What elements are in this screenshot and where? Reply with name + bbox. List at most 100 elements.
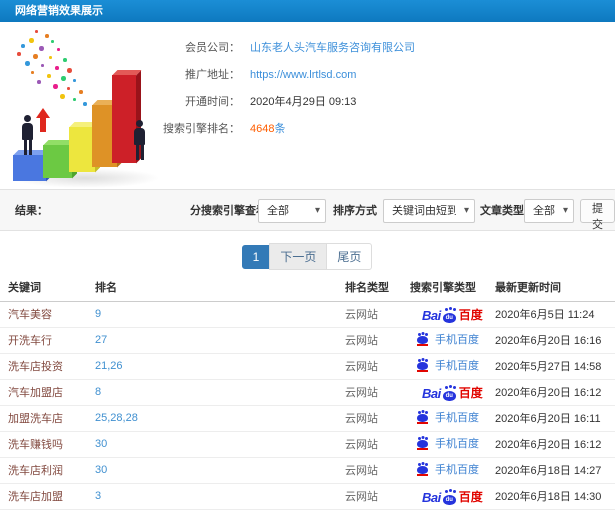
table-row: 汽车加盟店 8 云网站 Baidu百度 手机百度 2020年6月20日 16:1… bbox=[0, 379, 615, 406]
engine-filter-select[interactable]: 全部 bbox=[258, 199, 326, 223]
table-row: 洗车店投资 21,26 云网站 Baidu百度 手机百度 2020年5月27日 … bbox=[0, 353, 615, 380]
col-rank: 排名 bbox=[95, 273, 345, 302]
updated-cell: 2020年6月20日 16:11 bbox=[495, 405, 615, 432]
baidu-logo: Bai du 百度 bbox=[422, 307, 483, 323]
updated-cell: 2020年6月20日 16:12 bbox=[495, 431, 615, 458]
baidu-paw-icon: du bbox=[442, 385, 458, 401]
engine-cell: Baidu百度 手机百度 bbox=[410, 431, 495, 458]
rank-type-cell: 云网站 bbox=[345, 327, 410, 354]
account-info-section: 会员公司： 山东老人头汽车服务咨询有限公司 推广地址： https://www.lr… bbox=[0, 22, 615, 190]
updated-cell: 2020年6月5日 11:24 bbox=[495, 301, 615, 328]
rank-link[interactable]: 30 bbox=[95, 438, 107, 450]
table-row: 洗车店利润 30 云网站 Baidu百度 手机百度 2020年6月18日 14:… bbox=[0, 457, 615, 484]
mobile-baidu-paw-icon bbox=[416, 410, 430, 424]
sort-select[interactable]: 关键词由短到长排序 bbox=[383, 199, 475, 223]
promo-url-label: 推广地址： bbox=[185, 69, 240, 81]
engine-filter-select-wrap: 全部 bbox=[258, 199, 326, 223]
result-label: 结果： bbox=[15, 205, 48, 217]
rank-cell: 30 bbox=[95, 431, 345, 458]
rank-link[interactable]: 25,28,28 bbox=[95, 412, 138, 424]
member-company-row: 会员公司： 山东老人头汽车服务咨询有限公司 bbox=[0, 40, 415, 56]
baidu-logo: Bai du 百度 bbox=[422, 385, 483, 401]
engine-rank-label: 搜索引擎排名： bbox=[163, 123, 240, 135]
table-header-row: 关键词 排名 排名类型 搜索引擎类型 最新更新时间 bbox=[0, 273, 615, 302]
rank-type-cell: 云网站 bbox=[345, 353, 410, 380]
engine-cell: Baidu百度 手机百度 bbox=[410, 379, 495, 406]
rank-link[interactable]: 30 bbox=[95, 464, 107, 476]
article-type-select[interactable]: 全部 bbox=[524, 199, 574, 223]
member-company-link[interactable]: 山东老人头汽车服务咨询有限公司 bbox=[250, 42, 415, 54]
col-updated: 最新更新时间 bbox=[495, 273, 615, 302]
rank-cell: 3 bbox=[95, 483, 345, 510]
open-time-row: 开通时间： 2020年4月29日 09:13 bbox=[0, 94, 356, 110]
open-time-label: 开通时间： bbox=[185, 96, 240, 108]
ranking-table: 关键词 排名 排名类型 搜索引擎类型 最新更新时间 汽车美容 9 云网站 Bai… bbox=[0, 273, 615, 510]
rank-link[interactable]: 27 bbox=[95, 334, 107, 346]
table-row: 汽车美容 9 云网站 Baidu百度 手机百度 2020年6月5日 11:24 bbox=[0, 301, 615, 328]
updated-cell: 2020年6月18日 14:30 bbox=[495, 483, 615, 510]
sort-label: 排序方式 bbox=[333, 205, 377, 217]
updated-cell: 2020年5月27日 14:58 bbox=[495, 353, 615, 380]
mobile-baidu-logo: 手机百度 bbox=[416, 435, 479, 451]
rank-link[interactable]: 8 bbox=[95, 386, 101, 398]
keyword-cell: 开洗车行 bbox=[0, 327, 95, 354]
rank-link[interactable]: 3 bbox=[95, 490, 101, 502]
engine-cell: Baidu百度 手机百度 bbox=[410, 353, 495, 380]
article-type-label: 文章类型 bbox=[480, 205, 524, 217]
rank-type-cell: 云网站 bbox=[345, 301, 410, 328]
promo-url-row: 推广地址： https://www.lrtlsd.com bbox=[0, 67, 356, 83]
rank-link[interactable]: 21,26 bbox=[95, 360, 123, 372]
updated-cell: 2020年6月20日 16:12 bbox=[495, 379, 615, 406]
engine-rank-row: 搜索引擎排名： 4648条 bbox=[0, 121, 285, 137]
page-title: 网络营销效果展示 bbox=[15, 5, 103, 17]
col-rank-type: 排名类型 bbox=[345, 273, 410, 302]
table-row: 加盟洗车店 25,28,28 云网站 Baidu百度 手机百度 2020年6月2… bbox=[0, 405, 615, 432]
keyword-cell: 汽车加盟店 bbox=[0, 379, 95, 406]
mobile-baidu-logo: 手机百度 bbox=[416, 409, 479, 425]
col-engine-type: 搜索引擎类型 bbox=[410, 273, 495, 302]
app-header: 网络营销效果展示 bbox=[0, 0, 615, 22]
updated-cell: 2020年6月20日 16:16 bbox=[495, 327, 615, 354]
mobile-baidu-paw-icon bbox=[416, 358, 430, 372]
sort-select-wrap: 关键词由短到长排序 bbox=[383, 199, 475, 223]
baidu-paw-icon: du bbox=[442, 307, 458, 323]
engine-cell: Baidu百度 手机百度 bbox=[410, 457, 495, 484]
bar-red bbox=[112, 70, 142, 163]
rank-type-cell: 云网站 bbox=[345, 379, 410, 406]
mobile-baidu-logo: 手机百度 bbox=[416, 357, 479, 373]
rank-cell: 9 bbox=[95, 301, 345, 328]
rank-unit: 条 bbox=[274, 123, 286, 135]
engine-filter-label: 分搜索引擎查看 bbox=[190, 205, 267, 217]
promo-url-link[interactable]: https://www.lrtlsd.com bbox=[250, 69, 356, 81]
rank-type-cell: 云网站 bbox=[345, 483, 410, 510]
mobile-baidu-logo: 手机百度 bbox=[416, 331, 479, 347]
keyword-cell: 汽车美容 bbox=[0, 301, 95, 328]
rank-cell: 8 bbox=[95, 379, 345, 406]
mobile-baidu-logo: 手机百度 bbox=[416, 461, 479, 477]
keyword-cell: 洗车赚钱吗 bbox=[0, 431, 95, 458]
mobile-baidu-paw-icon bbox=[416, 332, 430, 346]
next-page-button[interactable]: 下一页 bbox=[269, 243, 328, 270]
submit-button[interactable]: 提交 bbox=[580, 199, 615, 231]
last-page-button[interactable]: 尾页 bbox=[326, 243, 373, 270]
ranking-table-body: 汽车美容 9 云网站 Baidu百度 手机百度 2020年6月5日 11:24 … bbox=[0, 301, 615, 510]
bar-blue bbox=[13, 150, 52, 181]
rank-count: 4648 bbox=[250, 123, 275, 135]
filter-bar: 结果： 分搜索引擎查看 全部 排序方式 关键词由短到长排序 文章类型 全部 提交 bbox=[0, 190, 615, 231]
updated-cell: 2020年6月18日 14:27 bbox=[495, 457, 615, 484]
rank-cell: 25,28,28 bbox=[95, 405, 345, 432]
page-1-button[interactable]: 1 bbox=[241, 245, 271, 269]
rank-link[interactable]: 9 bbox=[95, 308, 101, 320]
engine-cell: Baidu百度 手机百度 bbox=[410, 301, 495, 328]
table-row: 洗车店加盟 3 云网站 Baidu百度 手机百度 2020年6月18日 14:3… bbox=[0, 483, 615, 510]
keyword-cell: 洗车店利润 bbox=[0, 457, 95, 484]
rank-cell: 21,26 bbox=[95, 353, 345, 380]
engine-cell: Baidu百度 手机百度 bbox=[410, 405, 495, 432]
keyword-cell: 加盟洗车店 bbox=[0, 405, 95, 432]
rank-cell: 30 bbox=[95, 457, 345, 484]
member-company-label: 会员公司： bbox=[185, 42, 240, 54]
baidu-logo: Bai du 百度 bbox=[422, 489, 483, 505]
mobile-baidu-paw-icon bbox=[416, 462, 430, 476]
table-row: 开洗车行 27 云网站 Baidu百度 手机百度 2020年6月20日 16:1… bbox=[0, 327, 615, 354]
rank-type-cell: 云网站 bbox=[345, 405, 410, 432]
